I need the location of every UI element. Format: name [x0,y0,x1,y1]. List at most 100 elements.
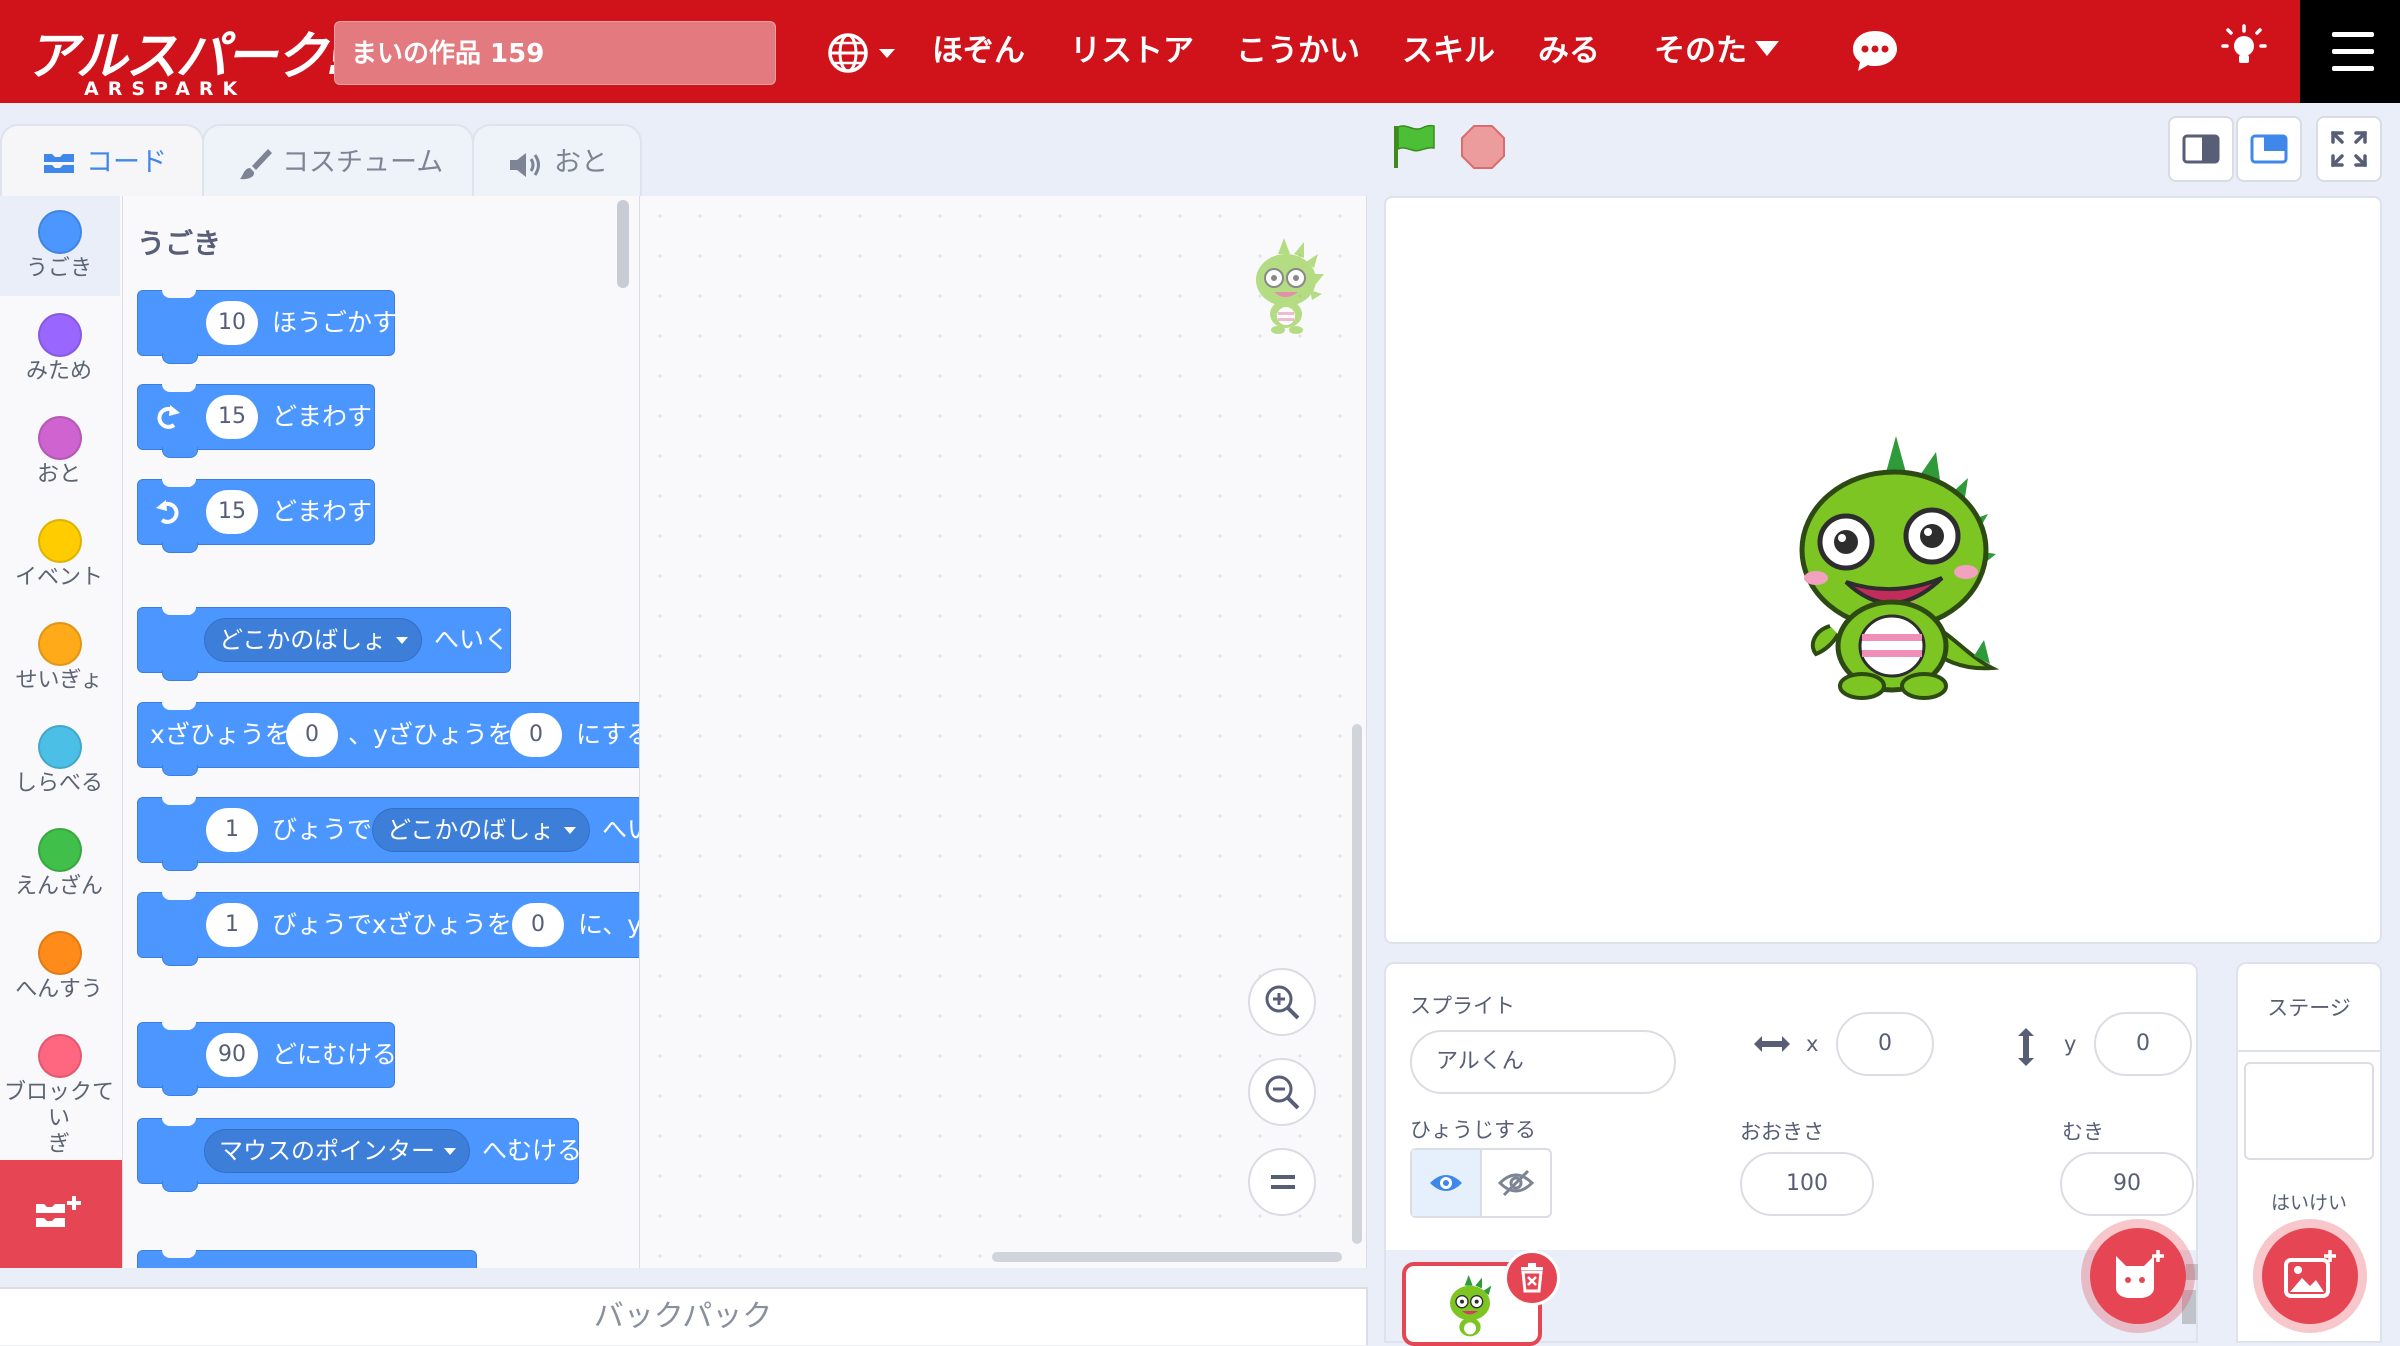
block-input[interactable]: 90 [206,1033,258,1077]
fullscreen-button[interactable] [2316,116,2382,182]
trash-icon [1521,1263,1543,1293]
block-input[interactable]: 1 [206,903,258,947]
tab-code-label: コード [86,147,167,178]
green-flag-icon[interactable] [1390,122,1440,172]
category-label: うごき [25,256,92,281]
block-turn-left[interactable]: 15 どまわす [137,479,375,553]
chevron-down-icon [1755,41,1779,56]
code-workspace[interactable] [640,196,1367,1268]
menu-skill[interactable]: スキル [1402,26,1495,76]
block-point-towards[interactable]: マウスのポインター へむける [137,1118,582,1192]
code-icon [44,154,74,173]
chevron-down-icon [879,49,895,58]
tab-sound-label: おと [554,147,608,178]
y-input[interactable]: 0 [2094,1012,2192,1076]
category-dot [38,210,82,254]
project-title-input[interactable]: まいの作品 159 [334,21,776,85]
menu-share[interactable]: こうかい [1236,26,1360,76]
block-input[interactable]: 15 [206,490,258,534]
block-point-in-direction[interactable]: 90 どにむける [137,1022,397,1096]
sprite-name-input[interactable]: アルくん [1410,1030,1676,1094]
block-text: に、yざ [578,910,639,939]
block-go-to[interactable]: どこかのばしょ へいく [137,607,511,681]
stage-thumbnail[interactable] [2244,1062,2374,1160]
block-input[interactable]: 0 [512,903,564,947]
block-input[interactable]: 0 [286,713,338,757]
language-menu[interactable] [826,28,898,78]
block-text: どまわす [272,402,373,431]
category-sound[interactable]: おと [0,402,120,502]
category-sensing[interactable]: しらべる [0,711,120,811]
block-turn-right[interactable]: 15 どまわす [137,384,375,458]
category-variables[interactable]: へんすう [0,917,120,1017]
menu-restore[interactable]: リストア [1070,26,1194,76]
stage-canvas[interactable] [1384,196,2382,944]
tab-sound[interactable]: おと [472,124,642,197]
add-sprite-button[interactable] [2090,1228,2186,1324]
vertical-arrows-icon [2018,1028,2034,1066]
sprite-list-scroll-up[interactable] [2186,1264,2198,1280]
menu-more[interactable]: そのた [1654,26,1784,76]
tab-costume[interactable]: コスチューム [202,124,474,197]
category-dot [38,828,82,872]
category-label: みため [25,359,92,384]
rotate-right-icon [157,405,180,429]
workspace-vertical-scrollbar[interactable] [1352,724,1362,1244]
block-dropdown[interactable]: どこかのばしょ [372,808,590,852]
block-input[interactable]: 0 [510,713,562,757]
category-motion[interactable]: うごき [0,196,120,296]
zoom-in-button[interactable] [1248,968,1316,1036]
workspace-horizontal-scrollbar[interactable] [992,1252,1342,1262]
category-operators[interactable]: えんざん [0,814,120,914]
block-glide-to-xy[interactable]: 1 びょうでxざひょうを 0 に、yざ [137,892,639,966]
eye-icon [1430,1175,1462,1191]
category-dot [38,1034,82,1078]
block-text: びょうでxざひょうを [272,910,512,939]
stop-icon[interactable] [1460,124,1506,170]
block-input[interactable]: 15 [206,395,258,439]
block-text: にする [576,720,639,749]
direction-input[interactable]: 90 [2060,1152,2194,1216]
category-dot [38,725,82,769]
block-input[interactable]: 10 [206,301,258,345]
block-move-steps[interactable]: 10 ほうごかす [137,290,397,364]
small-stage-button[interactable] [2168,116,2234,182]
block-partial[interactable] [137,1250,477,1268]
sprite-list-scrollbar[interactable] [2182,1290,2196,1324]
size-input[interactable]: 100 [1740,1152,1874,1216]
show-button[interactable] [1412,1150,1482,1216]
sprite-dinosaur[interactable] [1796,430,2006,700]
category-label: イベント [14,565,103,590]
tab-code[interactable]: コード [0,124,204,197]
category-looks[interactable]: みため [0,299,120,399]
menu-bar: アルスパーク! ARSPARK まいの作品 159 ほぞん リストア こうかい … [0,0,2400,103]
category-events[interactable]: イベント [0,505,120,605]
zoom-reset-button[interactable] [1248,1148,1316,1216]
normal-stage-button[interactable] [2236,116,2302,182]
zoom-out-button[interactable] [1248,1058,1316,1126]
block-dropdown[interactable]: どこかのばしょ [204,618,422,662]
block-input[interactable]: 1 [206,808,258,852]
x-input[interactable]: 0 [1836,1012,1934,1076]
lightbulb-icon[interactable] [2221,24,2267,74]
chat-icon[interactable] [1850,28,1900,74]
block-glide-to[interactable]: 1 びょうで どこかのばしょ へい [137,797,639,871]
category-menu: うごき みため おと イベント せいぎょ しらべる えんざん へんすう ブロック… [0,196,123,1268]
delete-sprite-button[interactable] [1504,1250,1560,1306]
hide-button[interactable] [1482,1150,1552,1216]
palette-scrollbar[interactable] [617,200,629,288]
block-go-to-xy[interactable]: xざひょうを 0 、yざひょうを 0 にする [137,702,639,776]
hamburger-menu-button[interactable] [2300,0,2400,103]
add-backdrop-button[interactable] [2262,1228,2358,1324]
speaker-icon [510,153,540,177]
block-dropdown[interactable]: マウスのポインター [204,1129,470,1173]
equals-icon [1271,1175,1295,1189]
category-control[interactable]: せいぎょ [0,608,120,708]
add-extension-button[interactable] [0,1160,122,1268]
menu-view[interactable]: みる [1538,26,1600,76]
menu-save[interactable]: ほぞん [932,26,1025,76]
backpack-bar[interactable]: バックパック [0,1287,1368,1345]
category-my-blocks[interactable]: ブロックてい ぎ [0,1020,120,1157]
arspark-logo[interactable]: アルスパーク! ARSPARK [22,14,349,100]
stage-title: ステージ [2267,996,2351,1020]
